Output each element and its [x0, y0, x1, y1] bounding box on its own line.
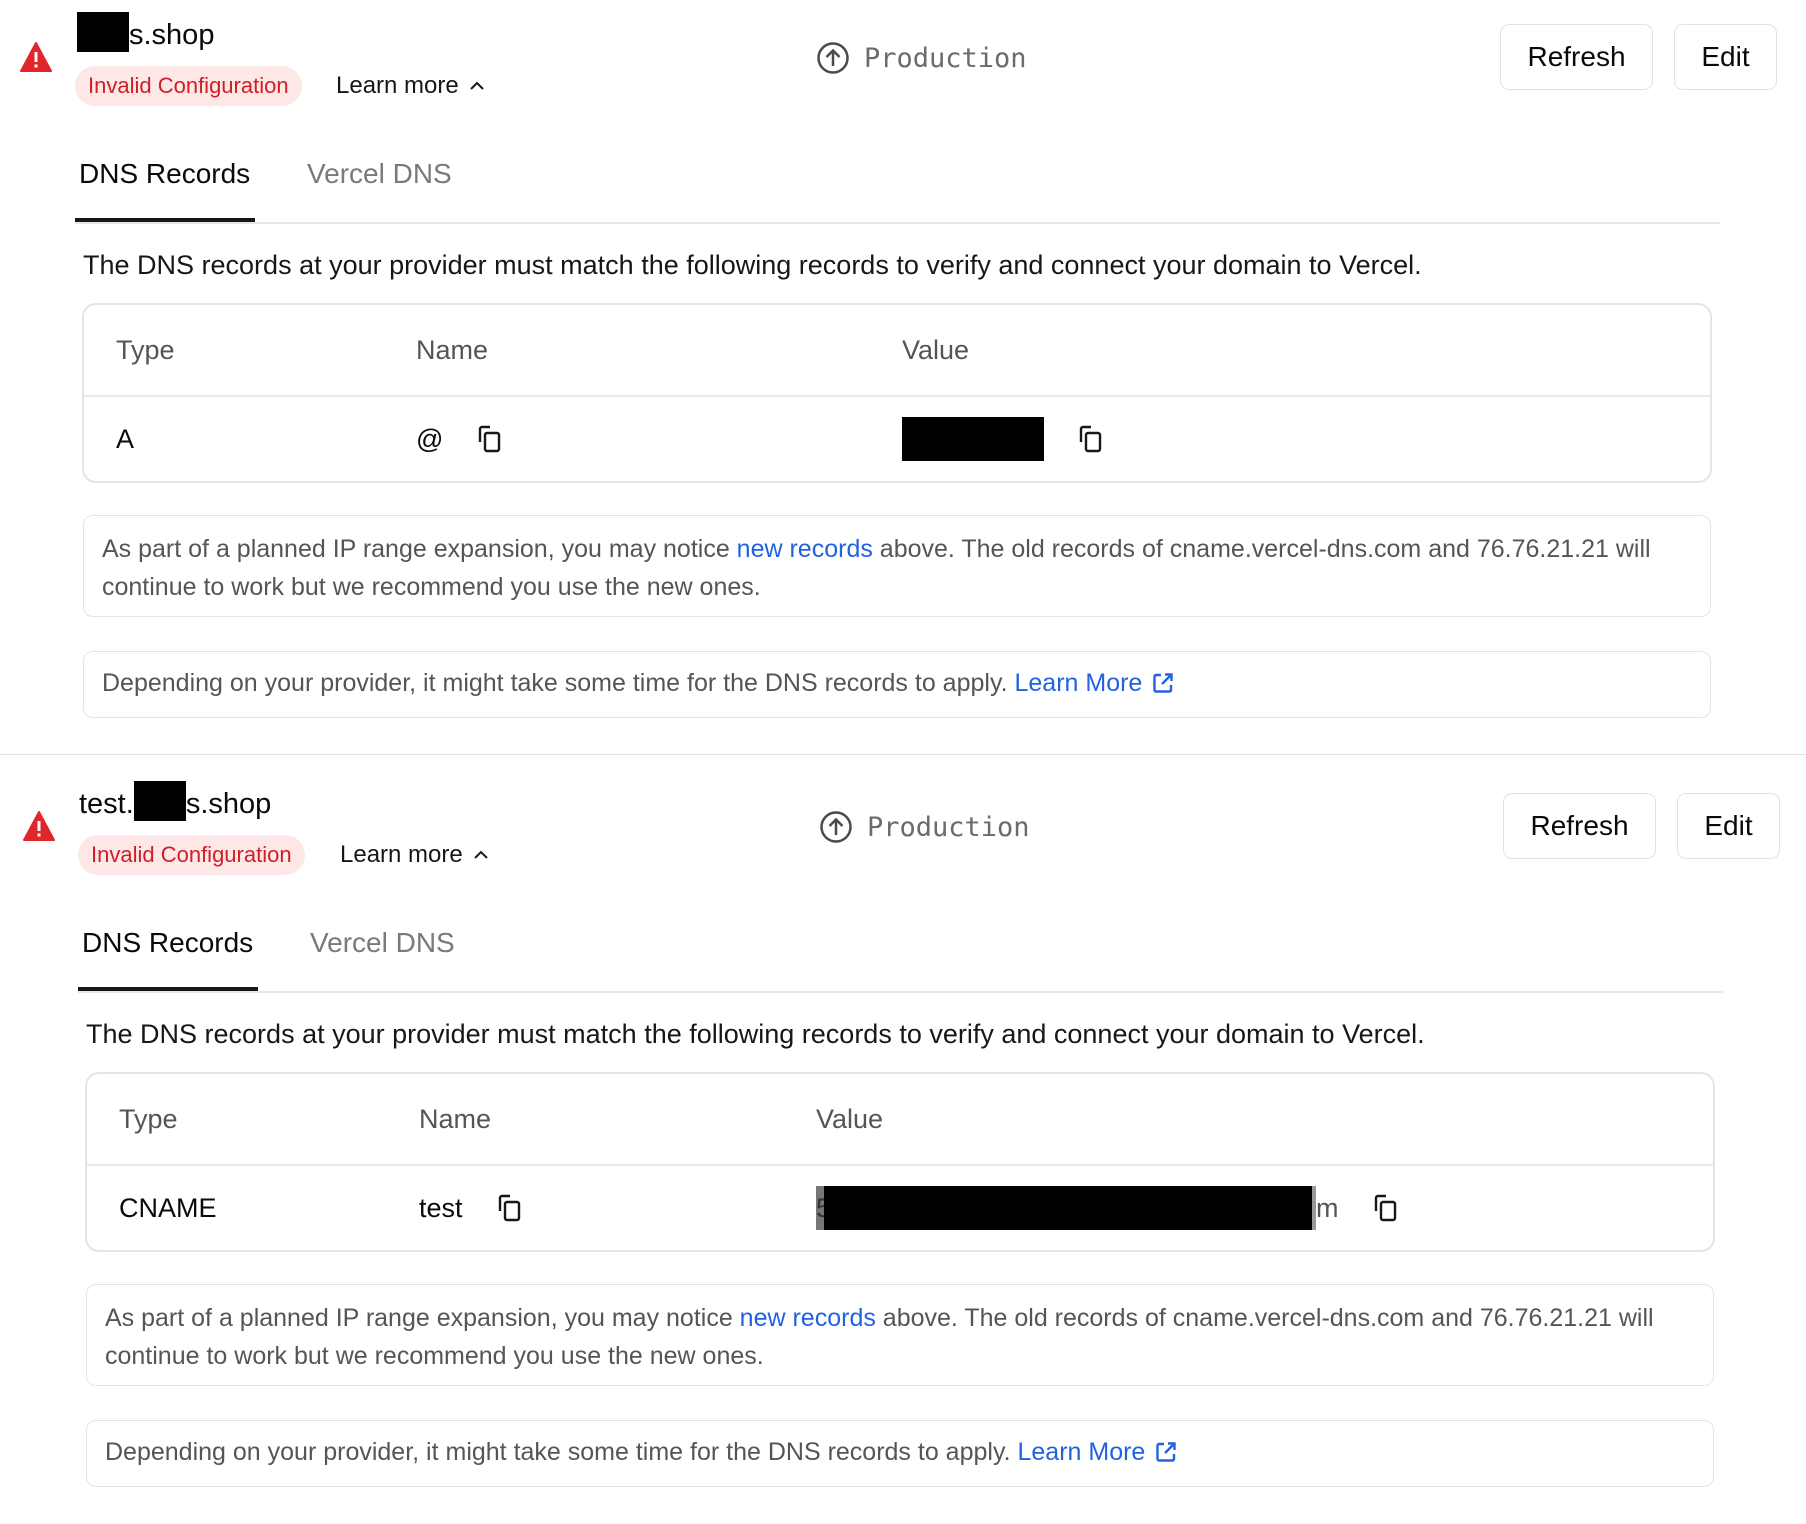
record-name: @ [416, 423, 444, 454]
tab-vercel-dns[interactable]: Vercel DNS [310, 917, 455, 991]
table-header: Type Name Value [87, 1074, 1713, 1166]
dns-record-table: Type Name Value A @ [82, 303, 1712, 483]
domain-name-suffix: s.shop [129, 19, 215, 51]
warning-icon [20, 42, 52, 72]
record-value-cell [902, 395, 1104, 481]
learn-more-link[interactable]: Learn More [1014, 669, 1174, 697]
redacted-block [77, 12, 129, 52]
header-name: Name [416, 334, 489, 365]
learn-more-toggle[interactable]: Learn more [336, 70, 485, 102]
status-badge: Invalid Configuration [75, 66, 302, 106]
domain-name-suffix: s.shop [185, 788, 272, 820]
edit-button[interactable]: Edit [1677, 793, 1780, 859]
record-tabs: DNS Records Vercel DNS [78, 917, 1723, 993]
note-text: Depending on your provider, it might tak… [105, 1438, 1018, 1466]
environment-indicator: Production [816, 38, 1027, 78]
ip-expansion-note: As part of a planned IP range expansion,… [83, 515, 1711, 617]
refresh-button[interactable]: Refresh [1500, 24, 1653, 90]
learn-more-link-label: Learn More [1017, 1438, 1146, 1466]
record-type: A [116, 423, 135, 454]
header-type: Type [116, 334, 175, 365]
redacted-value [824, 1186, 1312, 1230]
ip-expansion-note: As part of a planned IP range expansion,… [86, 1284, 1714, 1386]
tab-dns-records[interactable]: DNS Records [78, 917, 258, 991]
record-tabs: DNS Records Vercel DNS [75, 148, 1720, 224]
tab-dns-records[interactable]: DNS Records [75, 148, 255, 222]
dns-apply-note: Depending on your provider, it might tak… [86, 1420, 1714, 1487]
external-link-icon [1153, 673, 1174, 693]
record-type: CNAME [119, 1192, 217, 1223]
learn-more-label: Learn more [336, 72, 459, 99]
chevron-up-icon [470, 81, 485, 90]
copy-icon[interactable] [493, 1193, 523, 1223]
dns-apply-note: Depending on your provider, it might tak… [83, 651, 1711, 718]
new-records-link[interactable]: new records [737, 535, 873, 563]
environment-indicator: Production [819, 807, 1030, 847]
learn-more-link[interactable]: Learn More [1017, 1438, 1177, 1466]
table-row: CNAME test 5m [87, 1164, 1713, 1250]
copy-icon[interactable] [1369, 1193, 1399, 1223]
domain-name-prefix: test. [79, 788, 134, 820]
tab-vercel-dns[interactable]: Vercel DNS [307, 148, 452, 222]
redacted-block [133, 781, 186, 821]
environment-label: Production [867, 811, 1030, 843]
record-value-start: 5 [816, 1186, 824, 1230]
note-text: Depending on your provider, it might tak… [102, 669, 1015, 697]
external-link-icon [1156, 1442, 1177, 1462]
learn-more-label: Learn more [340, 841, 463, 868]
copy-icon[interactable] [473, 424, 503, 454]
dns-description: The DNS records at your provider must ma… [86, 1019, 1425, 1049]
status-badge: Invalid Configuration [78, 835, 305, 875]
learn-more-link-label: Learn More [1014, 669, 1143, 697]
record-value-cell: 5m [816, 1164, 1399, 1250]
redacted-value [902, 417, 1044, 461]
new-records-link[interactable]: new records [740, 1304, 876, 1332]
note-text: As part of a planned IP range expansion,… [102, 535, 737, 563]
record-name-cell: test [419, 1164, 523, 1250]
dns-record-table: Type Name Value CNAME test 5m [85, 1072, 1715, 1252]
refresh-button[interactable]: Refresh [1503, 793, 1656, 859]
warning-icon [23, 811, 55, 841]
header-type: Type [119, 1103, 178, 1134]
chevron-up-icon [474, 850, 489, 859]
edit-button[interactable]: Edit [1674, 24, 1777, 90]
record-name-cell: @ [416, 395, 503, 481]
domain-name[interactable]: s.shop [77, 12, 214, 53]
table-row: A @ [84, 395, 1710, 481]
dns-description: The DNS records at your provider must ma… [83, 250, 1422, 280]
section-divider [0, 754, 1806, 755]
header-name: Name [419, 1103, 492, 1134]
domain-card: s.shop Invalid Configuration Learn more … [0, 0, 1806, 755]
table-header: Type Name Value [84, 305, 1710, 397]
arrow-up-circle-icon [817, 42, 849, 74]
domain-name[interactable]: test. s.shop [79, 781, 271, 822]
learn-more-toggle[interactable]: Learn more [340, 839, 489, 871]
domain-card: test. s.shop Invalid Configuration Learn … [0, 769, 1806, 1524]
record-value-end: m [1316, 1192, 1339, 1223]
record-name: test [419, 1192, 463, 1223]
note-text: As part of a planned IP range expansion,… [105, 1304, 740, 1332]
copy-icon[interactable] [1074, 424, 1104, 454]
header-value: Value [816, 1103, 884, 1134]
arrow-up-circle-icon [820, 811, 852, 843]
environment-label: Production [864, 42, 1027, 74]
header-value: Value [902, 334, 970, 365]
